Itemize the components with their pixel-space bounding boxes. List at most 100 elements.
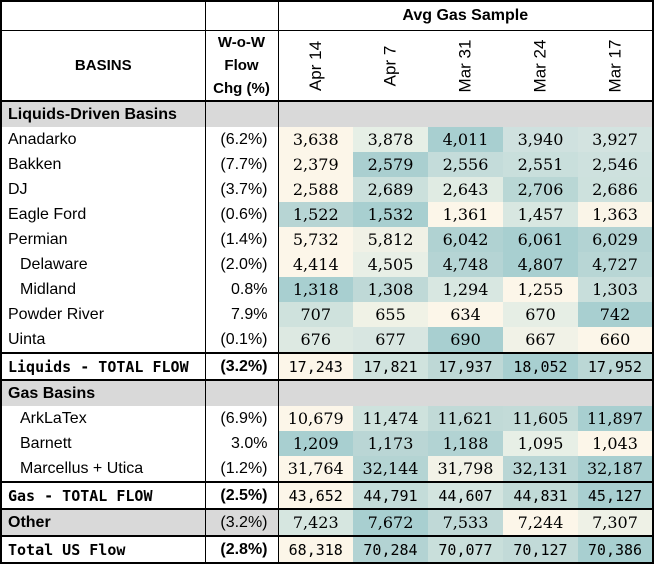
sample-value: 707	[278, 302, 353, 327]
sample-value: 17,952	[578, 352, 654, 381]
sample-value: 32,187	[578, 456, 654, 482]
section-blank	[205, 379, 279, 406]
sample-value: 655	[353, 302, 428, 327]
sample-value: 44,607	[428, 481, 503, 510]
sample-value: 4,807	[503, 252, 578, 277]
sample-value: 2,706	[503, 177, 578, 202]
basin-name: DJ	[0, 177, 206, 202]
sample-value: 2,588	[278, 177, 353, 202]
flow-chg-line3: Chg (%)	[213, 80, 270, 97]
sample-value: 1,255	[503, 277, 578, 302]
date-label: Apr 7	[380, 45, 400, 86]
sample-value: 3,638	[278, 127, 353, 152]
basin-name: Bakken	[0, 152, 206, 177]
flow-chg-value: (2.8%)	[205, 535, 279, 564]
basin-name: Powder River	[0, 302, 206, 327]
basin-name: Other	[0, 508, 206, 536]
flow-chg-header: W-o-W Flow Chg (%)	[205, 30, 279, 102]
sample-value: 11,897	[578, 406, 654, 431]
sample-value: 70,284	[353, 535, 428, 564]
sample-value: 7,423	[278, 508, 353, 536]
table-row: Powder River 7.9% 707 655 634 670 742	[0, 302, 654, 327]
flow-chg-value: (3.2%)	[205, 508, 279, 536]
flow-chg-value: (7.7%)	[205, 152, 279, 177]
sample-value: 10,679	[278, 406, 353, 431]
sample-value: 7,244	[503, 508, 578, 536]
flow-chg-value: (2.0%)	[205, 252, 279, 277]
sample-value: 4,011	[428, 127, 503, 152]
section-label: Liquids-Driven Basins	[0, 101, 206, 127]
sample-value: 11,621	[428, 406, 503, 431]
sample-value: 31,798	[428, 456, 503, 482]
sample-value: 44,791	[353, 481, 428, 510]
flow-chg-line2: Flow	[224, 57, 259, 74]
sample-value: 1,308	[353, 277, 428, 302]
sample-value: 44,831	[503, 481, 578, 510]
sample-value: 7,533	[428, 508, 503, 536]
sample-value: 68,318	[278, 535, 353, 564]
sample-value: 1,363	[578, 202, 654, 227]
sample-value: 11,605	[503, 406, 578, 431]
date-label: Apr 14	[305, 40, 325, 91]
sample-value: 31,764	[278, 456, 353, 482]
basin-name: Marcellus + Utica	[0, 456, 206, 482]
sample-value: 3,927	[578, 127, 654, 152]
sample-value: 2,689	[353, 177, 428, 202]
basin-name: Liquids - TOTAL FLOW	[0, 352, 206, 381]
table-row: Total US Flow (2.8%) 68,318 70,284 70,077 70,…	[0, 535, 654, 564]
flow-chg-line1: W-o-W	[217, 34, 266, 51]
basin-name: Barnett	[0, 431, 206, 456]
basin-name: Delaware	[0, 252, 206, 277]
section-blank	[278, 379, 654, 406]
group-title: Avg Gas Sample	[278, 0, 654, 31]
sample-value: 17,821	[353, 352, 428, 381]
date-label: Mar 24	[530, 39, 550, 92]
date-header-2: Mar 31	[428, 30, 503, 102]
sample-value: 6,042	[428, 227, 503, 252]
flow-chg-value: (6.9%)	[205, 406, 279, 431]
sample-value: 3,940	[503, 127, 578, 152]
sample-value: 5,812	[353, 227, 428, 252]
sample-value: 1,043	[578, 431, 654, 456]
basin-name: Midland	[0, 277, 206, 302]
sample-value: 5,732	[278, 227, 353, 252]
date-header-0: Apr 14	[278, 30, 353, 102]
sample-value: 4,414	[278, 252, 353, 277]
flow-chg-value: (6.2%)	[205, 127, 279, 152]
sample-value: 17,243	[278, 352, 353, 381]
table-row: Barnett 3.0% 1,209 1,173 1,188 1,095 1,043	[0, 431, 654, 456]
sample-value: 670	[503, 302, 578, 327]
basins-header: BASINS	[0, 30, 206, 102]
table-row: Anadarko (6.2%) 3,638 3,878 4,011 3,940 3,927	[0, 127, 654, 152]
basin-name: Permian	[0, 227, 206, 252]
sample-value: 634	[428, 302, 503, 327]
basin-name: Total US Flow	[0, 535, 206, 564]
sample-value: 70,127	[503, 535, 578, 564]
table-row: Gas - TOTAL FLOW (2.5%) 43,652 44,791 44,607…	[0, 481, 654, 510]
section-blank	[205, 101, 279, 127]
sample-value: 7,307	[578, 508, 654, 536]
sample-value: 1,294	[428, 277, 503, 302]
sample-value: 6,061	[503, 227, 578, 252]
corner-blank	[0, 0, 206, 31]
sample-value: 32,144	[353, 456, 428, 482]
sample-value: 3,878	[353, 127, 428, 152]
flow-chg-value: (0.1%)	[205, 327, 279, 353]
basin-name: Anadarko	[0, 127, 206, 152]
section-row: Gas Basins	[0, 379, 654, 406]
flow-chg-value: 3.0%	[205, 431, 279, 456]
corner-blank-2	[205, 0, 279, 31]
table-row: Marcellus + Utica (1.2%) 31,764 32,144 31,79…	[0, 456, 654, 482]
basin-name: Gas - TOTAL FLOW	[0, 481, 206, 510]
section-label: Gas Basins	[0, 379, 206, 406]
table-row: Liquids - TOTAL FLOW (3.2%) 17,243 17,821 17…	[0, 352, 654, 381]
section-blank	[278, 101, 654, 127]
sample-value: 1,173	[353, 431, 428, 456]
sample-value: 676	[278, 327, 353, 353]
sample-value: 70,386	[578, 535, 654, 564]
table-row: Uinta (0.1%) 676 677 690 667 660	[0, 327, 654, 353]
sample-value: 1,522	[278, 202, 353, 227]
sample-value: 2,686	[578, 177, 654, 202]
flow-chg-value: 0.8%	[205, 277, 279, 302]
date-label: Mar 31	[455, 39, 475, 92]
